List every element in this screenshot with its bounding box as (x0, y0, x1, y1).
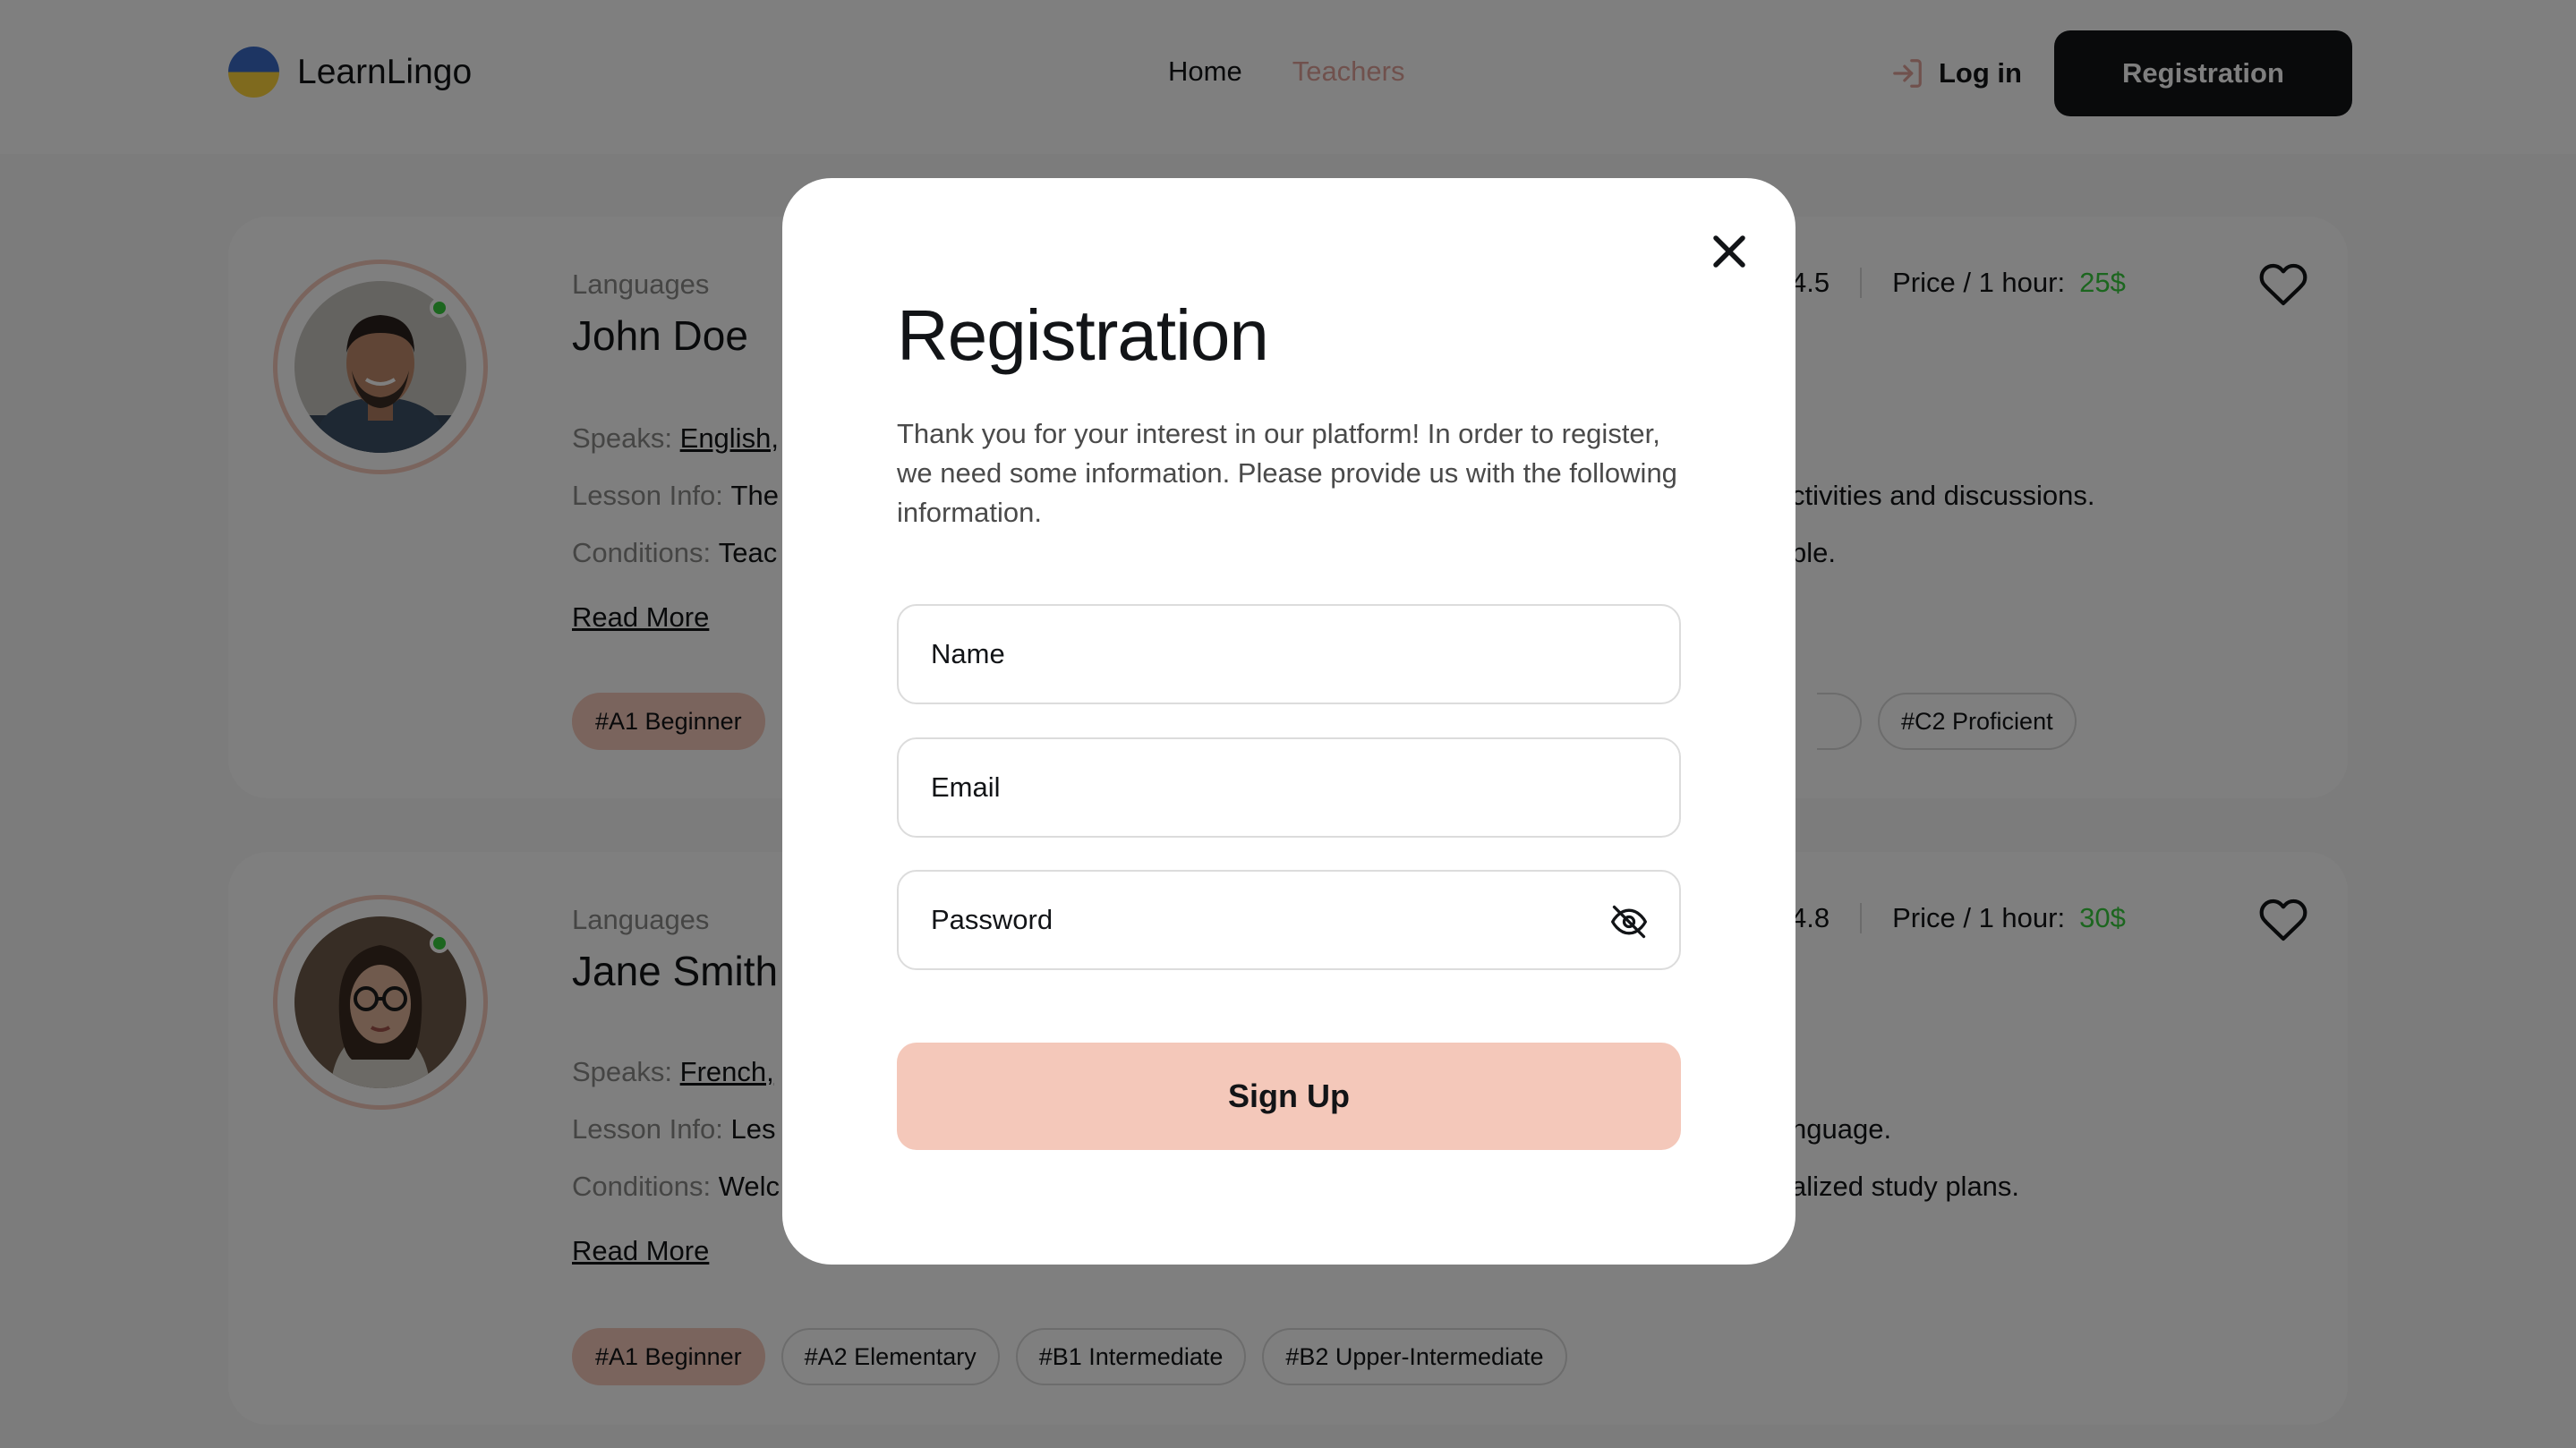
modal-title: Registration (897, 295, 1269, 375)
name-input[interactable] (899, 606, 1679, 703)
email-field (897, 737, 1681, 838)
name-field (897, 604, 1681, 704)
password-input[interactable] (899, 872, 1679, 968)
password-field (897, 870, 1681, 970)
eye-off-icon[interactable] (1609, 902, 1649, 941)
modal-description: Thank you for your interest in our platf… (897, 418, 1677, 528)
registration-modal: Registration Thank you for your interest… (782, 178, 1796, 1265)
sign-up-button[interactable]: Sign Up (897, 1043, 1681, 1150)
email-input[interactable] (899, 739, 1679, 836)
close-icon[interactable] (1702, 225, 1756, 278)
